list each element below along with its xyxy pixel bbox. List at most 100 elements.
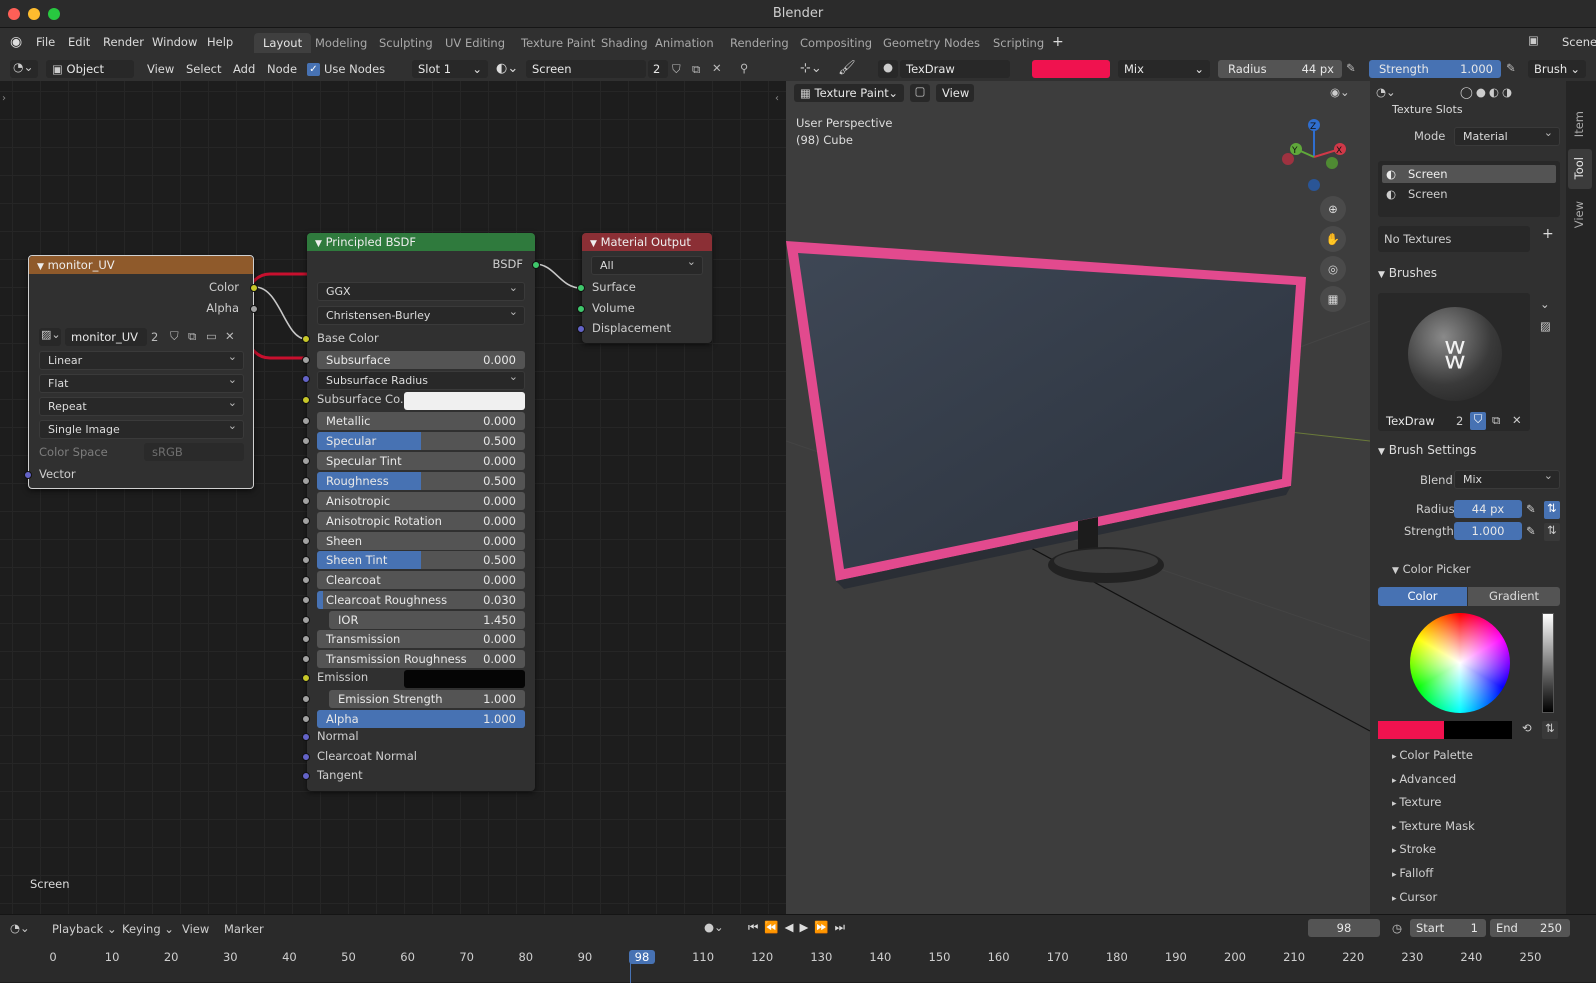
output-node-header[interactable]: ▼ Material Output (582, 233, 712, 251)
radius-field[interactable]: Radius 44 px (1218, 60, 1342, 78)
node-editor-canvas[interactable]: › ‹ ▼ monitor_UV Color Alpha ▨⌄ monitor_… (0, 81, 786, 914)
scene-selector-icon[interactable]: ▣ (1528, 33, 1544, 51)
input-displacement-socket[interactable] (577, 325, 585, 333)
sidebar-strength-field[interactable]: 1.000 (1454, 522, 1522, 540)
menu-view[interactable]: View (182, 922, 209, 936)
input-socket-anisotropic-rotation[interactable] (302, 517, 310, 525)
menu-add[interactable]: Add (233, 62, 255, 76)
menu-select[interactable]: Select (186, 62, 221, 76)
color-unified-icon[interactable]: ⇅ (1542, 721, 1558, 739)
blend-mode-dropdown[interactable]: Mix ⌄ (1118, 60, 1210, 78)
input-socket-specular-tint[interactable] (302, 457, 310, 465)
slider-sheen-tint[interactable]: Sheen Tint 0.500 (317, 551, 525, 569)
panel-color-palette[interactable]: ▸ Color Palette (1392, 748, 1473, 762)
slider-ior[interactable]: IOR 1.450 (329, 611, 525, 629)
input-socket-transmission[interactable] (302, 635, 310, 643)
input-socket-subsurface[interactable] (302, 356, 310, 364)
input-volume-socket[interactable] (577, 305, 585, 313)
material-name-field[interactable]: Screen (526, 60, 646, 78)
slider-clearcoat-roughness[interactable]: Clearcoat Roughness 0.030 (317, 591, 525, 609)
brush-image-icon[interactable]: ▨ (1540, 319, 1551, 333)
bsdf-node-header[interactable]: ▼ Principled BSDF (307, 233, 535, 251)
input-socket-clearcoat-roughness[interactable] (302, 596, 310, 604)
texture-slot-selected[interactable]: ◐ Screen (1382, 165, 1556, 183)
menu-window[interactable]: Window (152, 35, 197, 49)
color-picker-title[interactable]: ▼ Color Picker (1392, 562, 1471, 576)
menu-node[interactable]: Node (267, 62, 297, 76)
workspace-tab-geometry-nodes[interactable]: Geometry Nodes (874, 33, 989, 53)
image-open-folder-icon[interactable]: ▭ (206, 329, 217, 343)
no-textures-field[interactable]: No Textures (1378, 226, 1530, 252)
input-base-color-socket[interactable] (302, 335, 310, 343)
extension-dropdown[interactable]: Repeat (39, 396, 244, 416)
zoom-icon[interactable]: ⊕ (1320, 196, 1346, 222)
input-vector-socket[interactable] (24, 471, 32, 479)
radius-pressure-icon[interactable]: ✎ (1526, 502, 1536, 516)
tab-view[interactable]: View (1572, 201, 1586, 228)
projection-dropdown[interactable]: Flat (39, 373, 244, 393)
panel-texture-mask[interactable]: ▸ Texture Mask (1392, 819, 1475, 833)
image-node-header[interactable]: ▼ monitor_UV (29, 256, 253, 274)
color-tab[interactable]: Color (1378, 587, 1467, 606)
brush-name-field[interactable]: TexDraw (1380, 412, 1452, 430)
add-workspace-button[interactable]: + (1052, 34, 1064, 50)
brush-menu[interactable]: Brush ⌄ (1528, 60, 1586, 78)
input-clearcoat-normal-socket[interactable] (302, 753, 310, 761)
camera-view-icon[interactable]: ◎ (1320, 256, 1346, 282)
sidebar-blend-dropdown[interactable]: Mix (1454, 469, 1560, 489)
emission-color-swatch[interactable] (404, 670, 525, 688)
input-socket-sheen[interactable] (302, 537, 310, 545)
subsurface-method-dropdown[interactable]: Christensen-Burley (317, 305, 525, 325)
brush-unlink-icon[interactable]: ✕ (1512, 413, 1522, 427)
preview-range-icon[interactable]: ◷ (1392, 921, 1402, 935)
start-frame-field[interactable]: Start 1 (1410, 919, 1486, 937)
input-socket-clearcoat[interactable] (302, 576, 310, 584)
current-frame-field[interactable]: 98 (1308, 919, 1380, 937)
editor-type-icon[interactable]: ⊹⌄ (800, 61, 822, 76)
use-nodes-checkbox[interactable]: ✓ (307, 63, 320, 76)
brush-name-field[interactable]: TexDraw (900, 60, 1010, 78)
collapse-arrow-icon[interactable]: ▼ (315, 239, 322, 249)
shading-mode-icons[interactable]: ◯●◐◑ (1460, 85, 1515, 99)
blender-logo-icon[interactable]: ◉ (10, 34, 22, 50)
playback-controls[interactable]: ⏮⏪◀▶⏩⏭ (748, 920, 851, 935)
unlink-material-icon[interactable]: ✕ (712, 61, 722, 75)
workspace-tab-rendering[interactable]: Rendering (721, 33, 798, 53)
interaction-mode-dropdown[interactable]: ▦ Texture Paint ⌄ (794, 84, 904, 102)
input-socket-specular[interactable] (302, 437, 310, 445)
end-frame-field[interactable]: End 250 (1490, 919, 1570, 937)
paint-brush-icon[interactable]: 🖌 (838, 60, 856, 76)
strength-pressure-icon[interactable]: ✎ (1506, 61, 1516, 75)
tab-tool[interactable]: Tool (1572, 157, 1586, 179)
image-name-field[interactable]: monitor_UV (65, 328, 147, 346)
record-button-icon[interactable]: ●⌄ (704, 920, 724, 934)
panel-advanced[interactable]: ▸ Advanced (1392, 772, 1456, 786)
secondary-color-swatch[interactable] (1444, 721, 1512, 739)
strength-field[interactable]: Strength 1.000 (1369, 60, 1501, 78)
slot-mode-dropdown[interactable]: Material (1454, 126, 1560, 146)
pin-icon[interactable]: ⚲ (740, 61, 748, 75)
slider-subsurface[interactable]: Subsurface 0.000 (317, 351, 525, 369)
material-output-node[interactable]: ▼ Material Output All Surface Volume Dis… (577, 233, 712, 343)
menu-keying[interactable]: Keying ⌄ (122, 922, 174, 936)
output-target-dropdown[interactable]: All (591, 255, 703, 275)
input-socket-transmission-roughness[interactable] (302, 655, 310, 663)
3d-viewport[interactable]: ▦ Texture Paint ⌄ ▢ View ◉⌄ User Perspect… (786, 81, 1370, 914)
subsurface-radius-dropdown[interactable]: Subsurface Radius (317, 370, 525, 390)
object-mode-dropdown[interactable]: ▣ Object (46, 60, 134, 78)
duplicate-material-icon[interactable]: ⧉ (692, 62, 700, 77)
input-socket-roughness[interactable] (302, 477, 310, 485)
pan-hand-icon[interactable]: ✋ (1320, 226, 1346, 252)
panel-stroke[interactable]: ▸ Stroke (1392, 842, 1436, 856)
brush-fake-user-icon[interactable]: ⛉ (1470, 412, 1486, 430)
brush-dropdown-icon[interactable]: ⌄ (1540, 297, 1550, 311)
image-unlink-icon[interactable]: ✕ (225, 329, 235, 343)
strength-pressure-icon[interactable]: ✎ (1526, 524, 1536, 538)
brush-settings-title[interactable]: ▼ Brush Settings (1378, 443, 1476, 457)
slider-roughness[interactable]: Roughness 0.500 (317, 472, 525, 490)
color-wheel[interactable] (1410, 613, 1510, 713)
perspective-grid-icon[interactable]: ▦ (1320, 286, 1346, 312)
mask-toggle-icon[interactable]: ▢ (910, 84, 930, 102)
slider-metallic[interactable]: Metallic 0.000 (317, 412, 525, 430)
radius-unit-icon[interactable]: ⇅ (1544, 501, 1560, 519)
